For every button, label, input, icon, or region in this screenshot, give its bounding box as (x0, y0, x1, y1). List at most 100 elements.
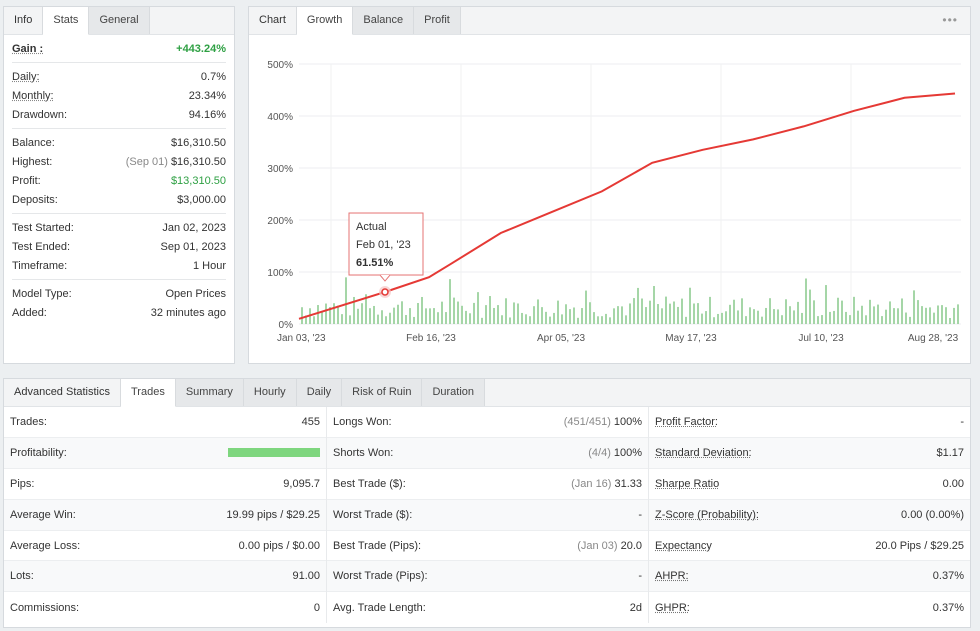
stat-label-z-score-probability[interactable]: Z-Score (Probability): (655, 509, 759, 521)
volume-bar (561, 314, 563, 324)
volume-bar (625, 315, 627, 324)
tab-duration[interactable]: Duration (422, 379, 486, 406)
tooltip-marker (381, 288, 389, 296)
timeframe-label: Timeframe: (12, 259, 68, 272)
stat-value-z-score-probability: 0.00 (0.00%) (901, 509, 964, 521)
y-tick-label: 300% (267, 164, 293, 175)
info-tabs: Info Stats General (4, 7, 234, 35)
volume-bar (677, 306, 679, 324)
volume-bar (553, 312, 555, 324)
stat-label-avg-trade-length: Avg. Trade Length: (333, 601, 426, 614)
volume-bar (761, 316, 763, 324)
stat-detail-longs-won: (451/451) (563, 415, 611, 428)
volume-bar (597, 316, 599, 324)
tab-chart[interactable]: Chart (249, 7, 297, 34)
volume-bar (733, 299, 735, 324)
volume-bar (389, 312, 391, 324)
stat-label-expectancy[interactable]: Expectancy (655, 540, 712, 552)
stat-label-ghpr[interactable]: GHPR: (655, 602, 690, 614)
stat-value-sharpe-ratio: 0.00 (943, 478, 964, 490)
monthly-label[interactable]: Monthly: (12, 90, 54, 102)
volume-bar (757, 310, 759, 324)
tab-risk-of-ruin[interactable]: Risk of Ruin (342, 379, 423, 406)
tab-profit[interactable]: Profit (414, 7, 461, 34)
stat-label-profit-factor[interactable]: Profit Factor: (655, 416, 718, 428)
gain-label[interactable]: Gain : (12, 43, 43, 55)
y-tick-label: 500% (267, 60, 293, 71)
stat-row-worst-trade: Worst Trade ($): - (327, 499, 648, 531)
stat-value-worst-trade-pips: - (638, 570, 642, 582)
growth-line (298, 92, 956, 320)
volume-bar (613, 308, 615, 324)
volume-bar (421, 296, 423, 324)
volume-bar (833, 310, 835, 324)
stat-value-profit-factor: - (960, 416, 964, 428)
volume-bar (393, 307, 395, 324)
volume-bar (473, 302, 475, 324)
volume-bar (585, 290, 587, 324)
tab-general[interactable]: General (89, 7, 150, 34)
y-tick-label: 100% (267, 268, 293, 279)
stat-label-worst-trade-pips: Worst Trade (Pips): (333, 570, 428, 583)
volume-bar (785, 299, 787, 324)
stat-label-shorts-won: Shorts Won: (333, 446, 394, 459)
tab-trades[interactable]: Trades (121, 379, 176, 407)
volume-bar (525, 314, 527, 324)
volume-bar (641, 298, 643, 324)
volume-bar (889, 301, 891, 324)
stat-row-profit-factor: Profit Factor: - (649, 407, 970, 438)
stat-value-trades: 455 (302, 416, 320, 428)
x-tick-label: Feb 16, '23 (406, 333, 456, 344)
stat-label-standard-deviation[interactable]: Standard Deviation: (655, 447, 752, 459)
volume-bar (485, 305, 487, 324)
highest-value: (Sep 01) $16,310.50 (126, 156, 226, 168)
volume-bar (621, 306, 623, 324)
volume-bar (681, 298, 683, 324)
volume-bar (665, 296, 667, 324)
tab-stats[interactable]: Stats (43, 7, 90, 35)
volume-bar (601, 316, 603, 324)
volume-bar (857, 310, 859, 324)
volume-bar (705, 311, 707, 324)
stat-row-average-loss: Average Loss: 0.00 pips / $0.00 (4, 531, 326, 562)
stat-value-longs-won: (451/451) 100% (564, 416, 642, 428)
stat-number-profit-factor: - (960, 415, 964, 428)
volume-bar (777, 309, 779, 324)
y-tick-label: 200% (267, 216, 293, 227)
stat-value-lots: 91.00 (292, 570, 320, 582)
stat-label-sharpe-ratio[interactable]: Sharpe Ratio (655, 478, 719, 490)
volume-bar (397, 304, 399, 324)
daily-label[interactable]: Daily: (12, 71, 40, 83)
volume-bar (565, 304, 567, 324)
tab-info[interactable]: Info (4, 7, 44, 34)
more-dots-icon[interactable]: ••• (942, 13, 958, 27)
stat-value-ghpr: 0.37% (933, 602, 964, 614)
volume-bar (385, 316, 387, 324)
volume-bar (721, 312, 723, 324)
volume-bar (945, 307, 947, 324)
tab-balance[interactable]: Balance (353, 7, 415, 34)
volume-bar (493, 307, 495, 324)
tab-summary[interactable]: Summary (175, 379, 244, 406)
stat-row-worst-trade-pips: Worst Trade (Pips): - (327, 561, 648, 593)
volume-bar (809, 289, 811, 324)
volume-bar (645, 307, 647, 324)
volume-bar (669, 303, 671, 324)
volume-bar (437, 312, 439, 324)
volume-bar (913, 290, 915, 324)
volume-bar (569, 309, 571, 324)
volume-bar (629, 303, 631, 324)
drawdown-label: Drawdown: (12, 108, 68, 121)
stat-number-pips: 9,095.7 (283, 477, 320, 490)
stat-label-best-trade-pips: Best Trade (Pips): (333, 539, 422, 552)
tab-growth[interactable]: Growth (296, 7, 354, 35)
tab-hourly[interactable]: Hourly (243, 379, 297, 406)
stat-label-pips: Pips: (10, 477, 35, 490)
stat-label-ahpr[interactable]: AHPR: (655, 570, 689, 582)
volume-bar (377, 314, 379, 324)
y-tick-label: 400% (267, 112, 293, 123)
stat-value-average-win: 19.99 pips / $29.25 (226, 509, 320, 521)
volume-bar (373, 305, 375, 324)
stat-number-average-win: 19.99 pips / $29.25 (226, 508, 320, 521)
tab-daily[interactable]: Daily (296, 379, 343, 406)
